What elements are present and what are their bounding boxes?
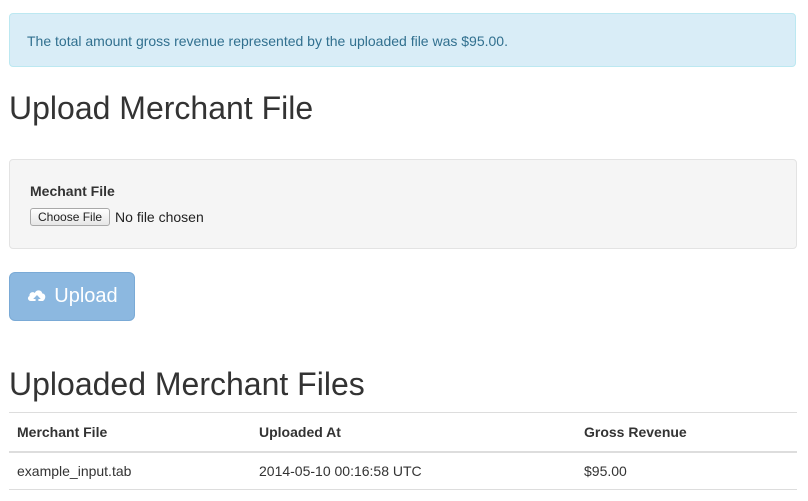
column-header-uploaded-at: Uploaded At — [251, 412, 576, 453]
success-alert: The total amount gross revenue represent… — [9, 13, 796, 67]
table-row: example_input.tab 2014-05-10 00:16:58 UT… — [9, 451, 797, 490]
file-input[interactable]: Choose File No file chosen — [30, 208, 204, 226]
merchant-file-label: Mechant File — [30, 183, 115, 199]
uploaded-files-table: Merchant File Uploaded At Gross Revenue … — [9, 412, 797, 490]
column-header-merchant-file: Merchant File — [9, 412, 251, 453]
file-status-text: No file chosen — [115, 209, 204, 225]
upload-button[interactable]: Upload — [9, 272, 135, 321]
column-header-gross-revenue: Gross Revenue — [576, 412, 797, 453]
uploaded-files-title: Uploaded Merchant Files — [9, 366, 365, 402]
upload-form-panel: Mechant File Choose File No file chosen — [9, 159, 797, 249]
cloud-upload-icon — [28, 289, 46, 305]
cell-uploaded-at: 2014-05-10 00:16:58 UTC — [251, 451, 576, 490]
alert-message: The total amount gross revenue represent… — [27, 33, 508, 49]
table-header-row: Merchant File Uploaded At Gross Revenue — [9, 412, 797, 453]
upload-button-label: Upload — [54, 285, 118, 307]
cell-merchant-file: example_input.tab — [9, 451, 251, 490]
upload-section-title: Upload Merchant File — [9, 90, 314, 126]
cell-gross-revenue: $95.00 — [576, 451, 797, 490]
choose-file-button[interactable]: Choose File — [30, 208, 111, 226]
